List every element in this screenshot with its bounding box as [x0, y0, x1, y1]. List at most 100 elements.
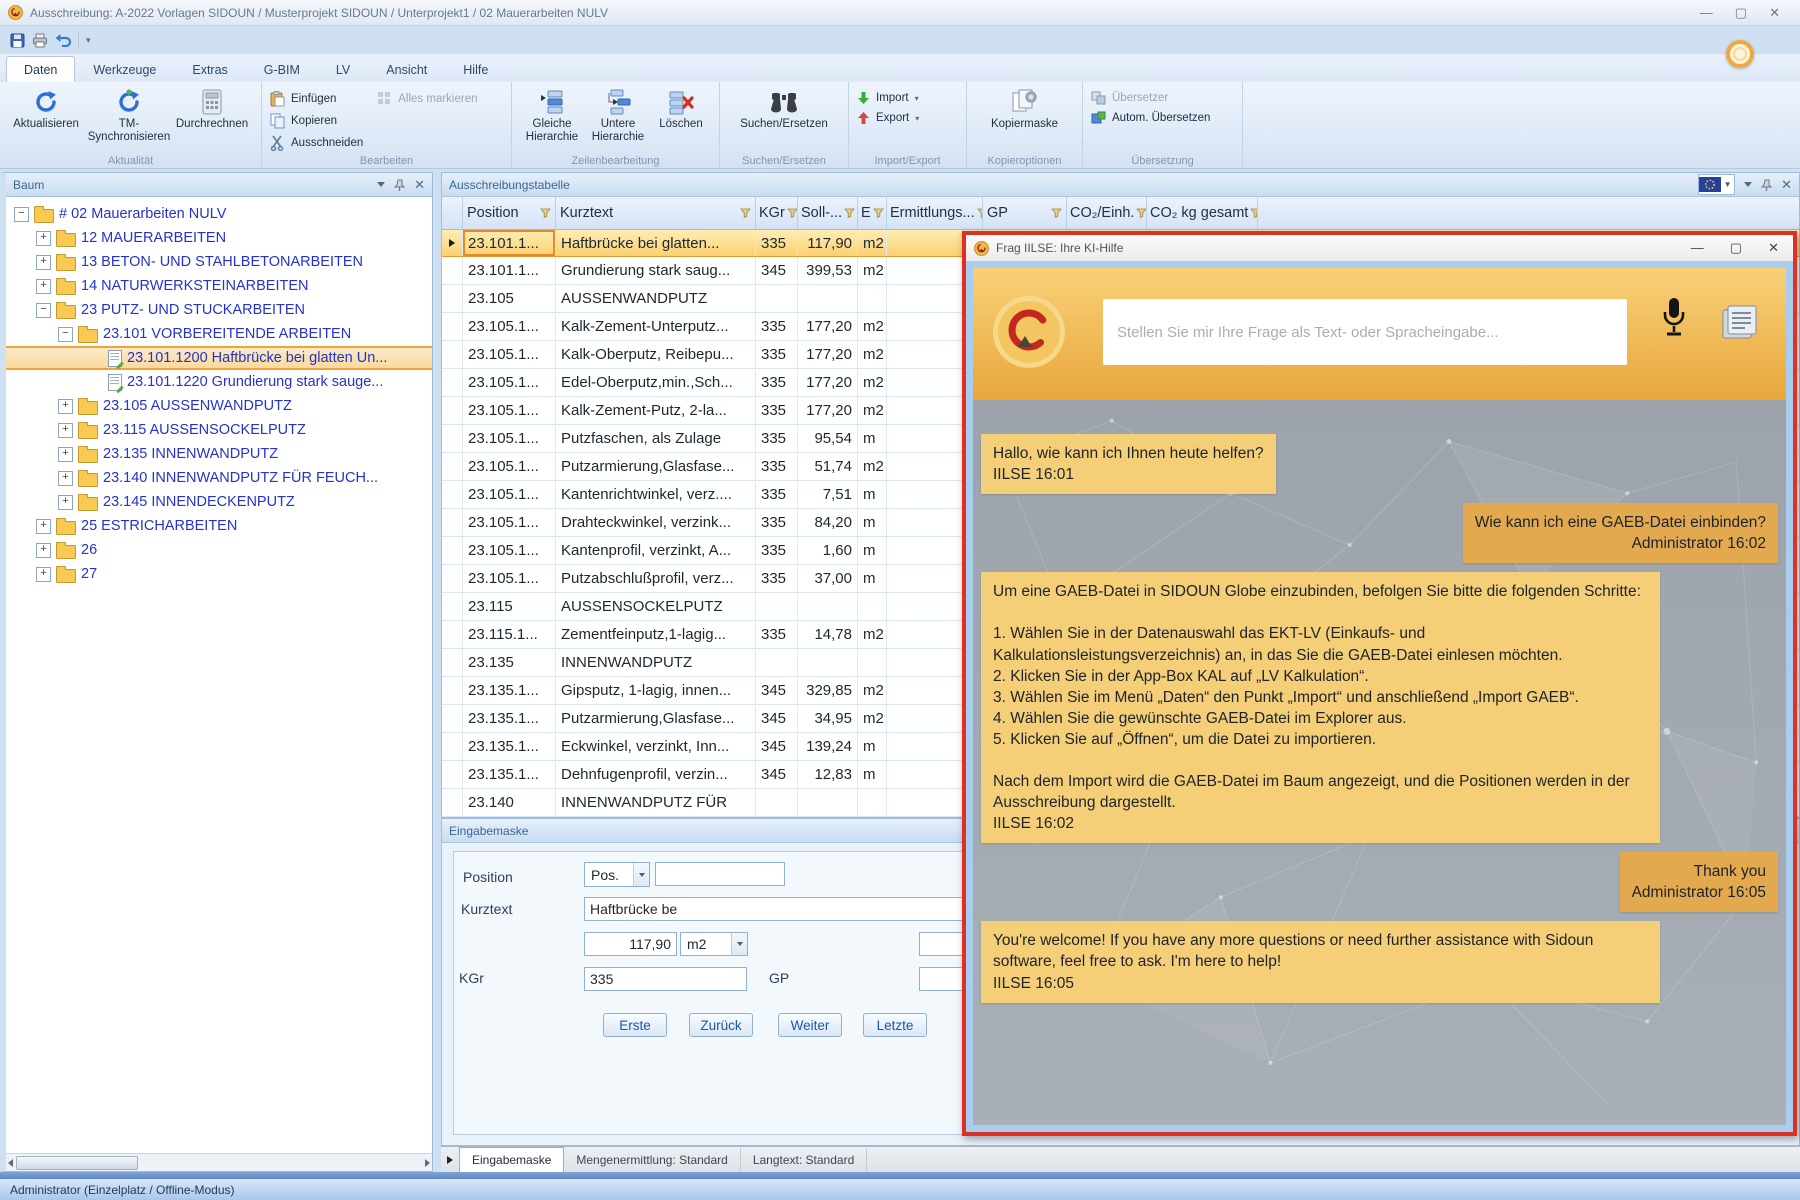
tab-eingabemaske[interactable]: Eingabemaske: [459, 1147, 564, 1172]
panel-splitter[interactable]: [433, 172, 441, 1172]
print-icon[interactable]: [32, 33, 48, 48]
filter-icon[interactable]: [1051, 208, 1062, 218]
menu-tab-lv[interactable]: LV: [318, 56, 368, 82]
column-header-kgr[interactable]: KGr: [756, 197, 798, 229]
transcript-icon[interactable]: [1721, 304, 1759, 340]
pin-icon[interactable]: [394, 179, 405, 191]
column-header-soll[interactable]: Soll-...: [798, 197, 858, 229]
expander-icon[interactable]: [58, 327, 73, 342]
scroll-left-icon[interactable]: [8, 1159, 13, 1167]
menu-tab-hilfe[interactable]: Hilfe: [445, 56, 506, 82]
chat-question-input[interactable]: [1103, 299, 1627, 365]
expander-icon[interactable]: [58, 423, 73, 438]
expander-icon[interactable]: [14, 207, 29, 222]
tree-item[interactable]: 23.135 INNENWANDPUTZ: [6, 442, 432, 466]
erste-button[interactable]: Erste: [603, 1013, 667, 1037]
tm-synchronisieren-button[interactable]: TM-Synchronisieren: [86, 85, 172, 152]
menge-input[interactable]: [584, 932, 677, 956]
tree-item[interactable]: 23.101.1200 Haftbrücke bei glatten Un...: [6, 346, 432, 370]
close-panel-icon[interactable]: ✕: [1781, 178, 1792, 191]
tree-item[interactable]: 27: [6, 562, 432, 586]
einheit-dropdown[interactable]: m2: [680, 932, 748, 956]
column-header-position[interactable]: Position: [463, 197, 556, 229]
loeschen-button[interactable]: Löschen: [652, 85, 710, 152]
minimize-button[interactable]: —: [1700, 5, 1713, 21]
scroll-right-icon[interactable]: [425, 1159, 430, 1167]
tree-horizontal-scrollbar[interactable]: [6, 1153, 432, 1171]
filter-icon[interactable]: [873, 208, 884, 218]
expander-icon[interactable]: [36, 303, 51, 318]
kgr-input[interactable]: [584, 967, 747, 991]
expander-icon[interactable]: [36, 519, 51, 534]
menu-tab-daten[interactable]: Daten: [6, 56, 75, 82]
position-type-dropdown[interactable]: Pos.: [584, 862, 650, 887]
customize-toolbar-icon[interactable]: ▾: [86, 35, 91, 46]
tree-item[interactable]: # 02 Mauerarbeiten NULV: [6, 202, 432, 226]
pin-icon[interactable]: [1761, 179, 1772, 191]
expander-icon[interactable]: [36, 231, 51, 246]
expander-icon[interactable]: [36, 279, 51, 294]
ausschneiden-button[interactable]: Ausschneiden: [270, 135, 363, 151]
tree-item[interactable]: 23.145 INNENDECKENPUTZ: [6, 490, 432, 514]
language-selector[interactable]: ▼: [1698, 174, 1735, 195]
tree-item[interactable]: 12 MAUERARBEITEN: [6, 226, 432, 250]
tree-item[interactable]: 14 NATURWERKSTEINARBEITEN: [6, 274, 432, 298]
expander-icon[interactable]: [58, 399, 73, 414]
filter-icon[interactable]: [844, 208, 855, 218]
scrollbar-thumb[interactable]: [16, 1156, 138, 1170]
einfuegen-button[interactable]: Einfügen: [270, 91, 363, 107]
column-header-ermittlung[interactable]: Ermittlungs...: [887, 197, 983, 229]
menu-tab-gbim[interactable]: G-BIM: [246, 56, 318, 82]
tab-mengenermittlung[interactable]: Mengenermittlung: Standard: [564, 1148, 740, 1172]
expander-icon[interactable]: [36, 567, 51, 582]
letzte-button[interactable]: Letzte: [863, 1013, 927, 1037]
chevron-down-icon[interactable]: [731, 933, 747, 955]
column-header-co2-gesamt[interactable]: CO₂ kg gesamt: [1147, 197, 1258, 229]
filter-icon[interactable]: [740, 208, 751, 218]
filter-icon[interactable]: [1250, 208, 1258, 218]
filter-icon[interactable]: [787, 208, 798, 218]
tab-langtext[interactable]: Langtext: Standard: [741, 1148, 867, 1172]
tree-item[interactable]: 23.140 INNENWANDPUTZ FÜR FEUCH...: [6, 466, 432, 490]
expander-icon[interactable]: [58, 447, 73, 462]
undo-icon[interactable]: [55, 33, 71, 47]
chevron-down-icon[interactable]: [633, 863, 649, 886]
alles-markieren-button[interactable]: Alles markieren: [377, 91, 477, 106]
microphone-icon[interactable]: [1661, 296, 1687, 340]
gleiche-hierarchie-button[interactable]: Gleiche Hierarchie: [520, 85, 584, 152]
import-button[interactable]: Import▾: [857, 91, 919, 105]
weiter-button[interactable]: Weiter: [778, 1013, 842, 1037]
chevron-down-icon[interactable]: [377, 182, 385, 187]
expander-icon[interactable]: [36, 543, 51, 558]
close-panel-icon[interactable]: ✕: [414, 178, 425, 191]
tree-item[interactable]: 23.101 VORBEREITENDE ARBEITEN: [6, 322, 432, 346]
column-header-gp[interactable]: GP: [983, 197, 1067, 229]
tree-item[interactable]: 23.115 AUSSENSOCKELPUTZ: [6, 418, 432, 442]
tree-item[interactable]: 23.105 AUSSENWANDPUTZ: [6, 394, 432, 418]
zurueck-button[interactable]: Zurück: [689, 1013, 753, 1037]
column-header-einheit[interactable]: E: [858, 197, 887, 229]
autom-uebersetzen-button[interactable]: Autom. Übersetzen: [1091, 111, 1210, 125]
expander-icon[interactable]: [58, 495, 73, 510]
column-header-co2-einh[interactable]: CO₂/Einh.: [1067, 197, 1147, 229]
tab-scroll-arrow-icon[interactable]: [447, 1156, 453, 1164]
save-icon[interactable]: [10, 33, 25, 48]
menu-tab-werkzeuge[interactable]: Werkzeuge: [75, 56, 174, 82]
menu-tab-extras[interactable]: Extras: [174, 56, 245, 82]
menu-tab-ansicht[interactable]: Ansicht: [368, 56, 445, 82]
aktualisieren-button[interactable]: Aktualisieren: [8, 85, 84, 152]
tree-item[interactable]: 23 PUTZ- UND STUCKARBEITEN: [6, 298, 432, 322]
tree-item[interactable]: 23.101.1220 Grundierung stark sauge...: [6, 370, 432, 394]
expander-icon[interactable]: [36, 255, 51, 270]
close-button[interactable]: ✕: [1769, 5, 1780, 21]
expander-icon[interactable]: [58, 471, 73, 486]
suchen-ersetzen-button[interactable]: Suchen/Ersetzen: [728, 85, 840, 152]
chevron-down-icon[interactable]: [1744, 182, 1752, 187]
tree-item[interactable]: 13 BETON- UND STAHLBETONARBEITEN: [6, 250, 432, 274]
position-input[interactable]: [655, 862, 785, 886]
column-header-kurztext[interactable]: Kurztext: [556, 197, 756, 229]
chat-close-button[interactable]: ✕: [1768, 240, 1779, 256]
chat-minimize-button[interactable]: —: [1691, 240, 1704, 256]
tree-item[interactable]: 26: [6, 538, 432, 562]
export-button[interactable]: Export▾: [857, 111, 919, 125]
